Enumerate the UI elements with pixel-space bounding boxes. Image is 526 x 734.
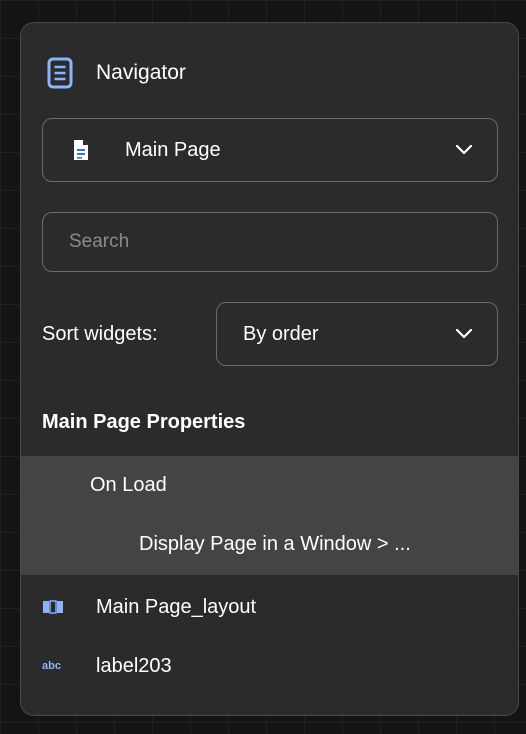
chevron-down-icon [455,144,473,155]
layout-icon [42,599,64,615]
onload-event-item[interactable]: On Load [90,474,167,497]
sort-widgets-row: Sort widgets: By order [42,302,498,366]
tree-item-label203[interactable]: abc label203 [42,650,172,682]
chevron-down-icon [455,328,473,339]
tree-item-label: label203 [96,654,172,677]
document-list-icon [47,57,73,89]
sort-widgets-value: By order [243,322,319,345]
abc-label-icon: abc [42,660,61,672]
page-select-dropdown[interactable]: Main Page [42,118,498,182]
tree-item-main-page-layout[interactable]: Main Page_layout [42,591,256,623]
navigator-panel: Navigator Main Page Sort widgets: By ord… [20,22,519,716]
onload-event-block: On Load Display Page in a Window > ... [21,456,518,575]
sort-widgets-label: Sort widgets: [42,322,158,345]
page-properties-title: Main Page Properties [42,411,246,433]
page-select-value: Main Page [125,138,221,161]
onload-action-item[interactable]: Display Page in a Window > ... [139,533,411,556]
sort-widgets-dropdown[interactable]: By order [216,302,498,366]
document-icon [74,140,88,160]
navigator-header: Navigator [46,56,186,90]
tree-item-label: Main Page_layout [96,595,257,618]
navigator-title: Navigator [96,61,186,84]
search-input[interactable] [42,212,498,272]
